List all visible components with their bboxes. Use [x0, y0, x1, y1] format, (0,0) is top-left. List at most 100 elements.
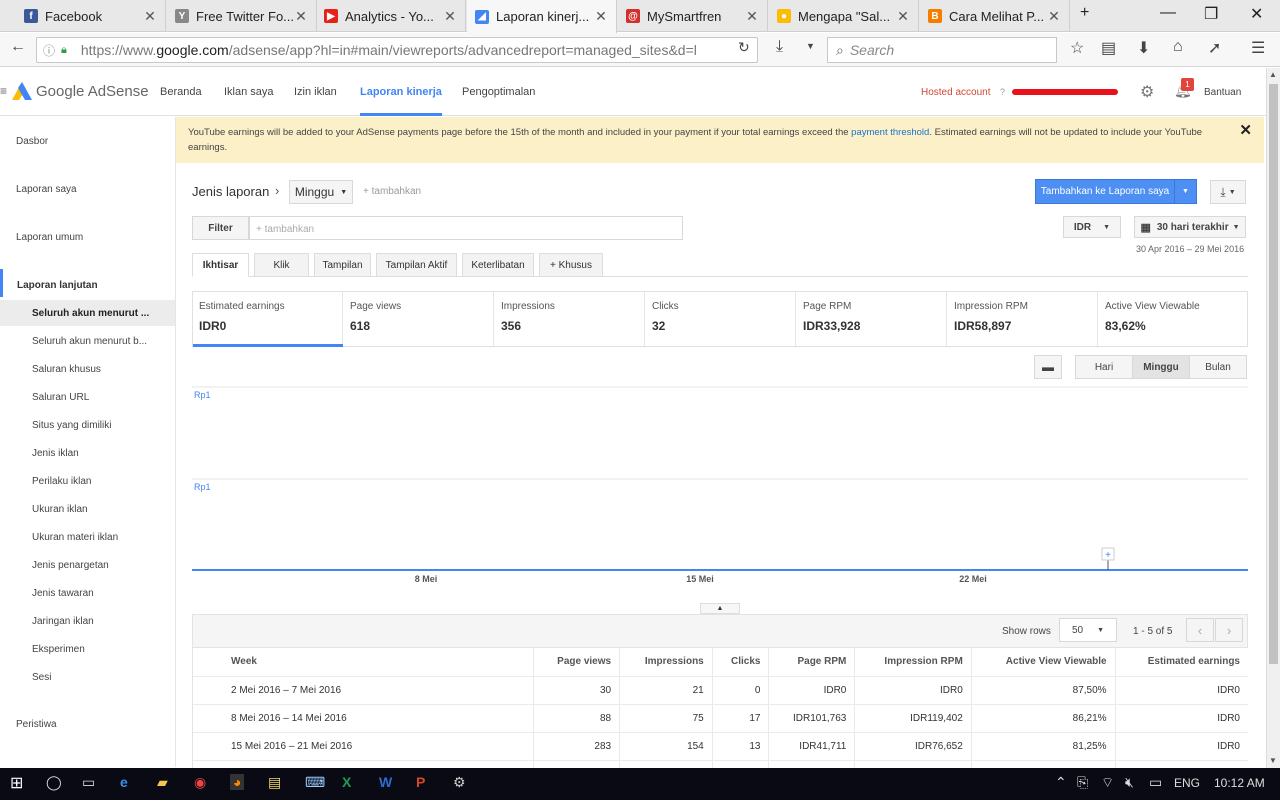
rows-per-page-dropdown[interactable]: 50 ▼ — [1059, 618, 1117, 642]
table-row[interactable]: 2 Mei 2016 – 7 Mei 2016 30 21 0 IDR0 IDR0 87,5… — [193, 675, 1248, 704]
export-button[interactable]: ⤓ ▼ — [1210, 180, 1246, 204]
table-row[interactable] — [193, 759, 1248, 768]
next-page-button[interactable]: › — [1215, 618, 1243, 642]
column-header[interactable]: Week — [193, 648, 534, 676]
chrome-icon[interactable]: ◉ — [194, 774, 206, 791]
network-icon[interactable]: ⎘ — [1077, 774, 1088, 791]
sidebar-subitem[interactable]: Saluran khusus — [32, 364, 162, 375]
address-bar[interactable]: ⓘ 🔒︎ https://www.google.com/adsense/app?… — [36, 37, 758, 63]
granularity-minggu[interactable]: Minggu — [1132, 355, 1190, 379]
close-tab-icon[interactable]: ✕ — [143, 8, 157, 25]
metric-card[interactable]: Page views 618 — [343, 292, 494, 346]
windows-start-icon[interactable]: ⊞ — [10, 773, 23, 793]
nav-laporan-kinerja[interactable]: Laporan kinerja — [360, 68, 442, 116]
wifi-icon[interactable]: ⌔ — [1101, 774, 1114, 792]
show-hidden-icons[interactable]: ⌃ — [1055, 774, 1067, 791]
help-circle-icon[interactable]: ? — [1000, 87, 1005, 97]
caret-down-icon[interactable]: ▼ — [1174, 180, 1196, 203]
add-dimension-link[interactable]: + tambahkan — [363, 186, 421, 197]
tab-khusus[interactable]: + Khusus — [539, 253, 603, 277]
browser-tab[interactable]: @ MySmartfren ✕ — [618, 0, 768, 32]
info-icon[interactable]: ⓘ — [43, 42, 55, 59]
tab-keterlibatan[interactable]: Keterlibatan — [462, 253, 534, 277]
table-row[interactable]: 15 Mei 2016 – 21 Mei 2016 283 154 13 IDR41,7… — [193, 731, 1248, 760]
sidebar-subitem[interactable]: Jaringan iklan — [32, 616, 162, 627]
browser-tab[interactable]: f Facebook ✕ — [16, 0, 166, 32]
sidebar-section-laporan-lanjutan[interactable]: Laporan lanjutan — [17, 280, 98, 291]
granularity-bulan[interactable]: Bulan — [1189, 355, 1247, 379]
tab-klik[interactable]: Klik — [254, 253, 309, 277]
keyboard-icon[interactable]: ⌨ — [305, 774, 325, 791]
hamburger-icon[interactable]: ≡ — [0, 84, 7, 98]
file-explorer-icon[interactable]: ▰ — [157, 774, 168, 791]
search-input[interactable]: ⌕ Search — [827, 37, 1057, 63]
minimize-button[interactable]: — — [1160, 4, 1176, 22]
clock[interactable]: 10:12 AM — [1214, 776, 1265, 790]
dropdown-icon[interactable]: ▼ — [806, 41, 815, 51]
bookmark-star-icon[interactable]: ☆ — [1070, 38, 1084, 58]
metric-card[interactable]: Clicks 32 — [645, 292, 796, 346]
tab-tampilan-aktif[interactable]: Tampilan Aktif — [376, 253, 457, 277]
column-header[interactable]: Active View Viewable — [971, 648, 1116, 676]
date-range-dropdown[interactable]: ▦ 30 hari terakhir ▼ — [1134, 216, 1246, 238]
app-icon[interactable]: ⚙ — [453, 774, 466, 791]
annotation-button[interactable]: ▬ — [1034, 355, 1062, 379]
column-header[interactable]: Impressions — [619, 648, 713, 676]
browser-tab[interactable]: B Cara Melihat P... ✕ — [920, 0, 1070, 32]
metric-card[interactable]: Impression RPM IDR58,897 — [947, 292, 1098, 346]
sidebar-item-dasbor[interactable]: Dasbor — [16, 136, 48, 147]
sidebar-item-peristiwa[interactable]: Peristiwa — [16, 719, 57, 730]
new-tab-button[interactable]: + — [1080, 4, 1089, 22]
powerpoint-icon[interactable]: P — [416, 774, 425, 790]
task-view-icon[interactable]: ▭ — [82, 774, 95, 791]
sidebar-subitem[interactable]: Jenis tawaran — [32, 588, 162, 599]
page-scrollbar[interactable]: ▲ ▼ — [1266, 68, 1280, 768]
excel-icon[interactable]: X — [342, 774, 351, 790]
browser-tab[interactable]: ◢ Laporan kinerj... ✕ — [467, 0, 617, 33]
maximize-button[interactable]: ❐ — [1204, 4, 1218, 24]
sidebar-subitem[interactable]: Seluruh akun menurut ... — [32, 308, 162, 319]
sidebar-subitem[interactable]: Eksperimen — [32, 644, 162, 655]
notepad-icon[interactable]: ▤ — [268, 774, 281, 791]
payment-threshold-link[interactable]: payment threshold — [851, 127, 929, 138]
adsense-logo-icon[interactable] — [12, 82, 32, 100]
close-tab-icon[interactable]: ✕ — [594, 8, 608, 25]
scroll-down-icon[interactable]: ▼ — [1269, 756, 1277, 765]
browser-tab[interactable]: ● Mengapa "Sal... ✕ — [769, 0, 919, 32]
sidebar-subitem[interactable]: Seluruh akun menurut b... — [32, 336, 162, 347]
volume-muted-icon[interactable]: 🔇︎ — [1125, 774, 1134, 791]
metric-card[interactable]: Impressions 356 — [494, 292, 645, 346]
close-banner-icon[interactable]: ✕ — [1239, 123, 1252, 138]
reload-icon[interactable]: ↻ — [738, 39, 750, 56]
report-type-label[interactable]: Jenis laporan — [192, 184, 269, 199]
reading-list-icon[interactable]: ▤ — [1101, 38, 1116, 58]
nav-pengoptimalan[interactable]: Pengoptimalan — [462, 68, 535, 116]
help-link[interactable]: Bantuan — [1204, 87, 1241, 98]
tab-ikhtisar[interactable]: Ikhtisar — [192, 253, 249, 277]
sidebar-subitem[interactable]: Jenis penargetan — [32, 560, 162, 571]
close-tab-icon[interactable]: ✕ — [745, 8, 759, 25]
browser-tab[interactable]: ▶ Analytics - Yo... ✕ — [316, 0, 466, 32]
language-indicator[interactable]: ENG — [1174, 776, 1200, 790]
sidebar-item-laporan-umum[interactable]: Laporan umum — [16, 232, 83, 243]
downloads-icon[interactable]: ⬇ — [1137, 38, 1150, 58]
prev-page-button[interactable]: ‹ — [1186, 618, 1214, 642]
sidebar-subitem[interactable]: Situs yang dimiliki — [32, 420, 162, 431]
close-window-button[interactable]: ✕ — [1250, 4, 1263, 24]
column-header[interactable]: Estimated earnings — [1115, 648, 1248, 676]
add-to-my-reports-button[interactable]: Tambahkan ke Laporan saya ▼ — [1035, 179, 1197, 204]
filter-input[interactable]: + tambahkan — [249, 216, 683, 240]
download-icon[interactable]: ⤓ — [776, 38, 783, 56]
table-row[interactable]: 8 Mei 2016 – 14 Mei 2016 88 75 17 IDR101,763… — [193, 703, 1248, 732]
browser-tab[interactable]: Y Free Twitter Fo... ✕ — [167, 0, 317, 32]
menu-icon[interactable]: ☰ — [1251, 38, 1265, 58]
metric-card[interactable]: Estimated earnings IDR0 — [192, 292, 343, 346]
scrollbar-thumb[interactable] — [1269, 84, 1278, 664]
word-icon[interactable]: W — [379, 774, 392, 790]
sidebar-subitem[interactable]: Ukuran iklan — [32, 504, 162, 515]
nav-iklan-saya[interactable]: Iklan saya — [224, 68, 274, 116]
close-tab-icon[interactable]: ✕ — [443, 8, 457, 25]
nav-izin-iklan[interactable]: Izin iklan — [294, 68, 337, 116]
close-tab-icon[interactable]: ✕ — [896, 8, 910, 25]
sidebar-subitem[interactable]: Ukuran materi iklan — [32, 532, 162, 543]
